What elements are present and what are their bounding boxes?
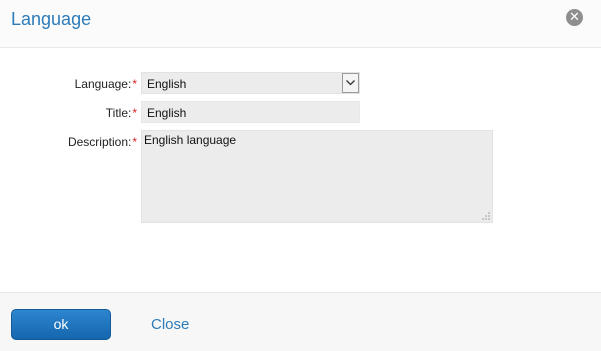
resize-grip-icon[interactable] (482, 212, 490, 220)
ok-button[interactable]: ok (11, 309, 111, 340)
dialog-footer: ok Close (0, 292, 601, 351)
dialog-title: Language (11, 9, 92, 29)
language-select[interactable]: English (141, 72, 360, 94)
description-text: English language (144, 133, 237, 147)
title-label: Title:* (105, 106, 137, 120)
description-field[interactable]: English language (141, 130, 493, 223)
chevron-down-icon[interactable] (342, 73, 359, 93)
language-dialog: Language ✕ Language:* English Title:* En… (0, 0, 601, 351)
required-mark: * (132, 135, 137, 149)
required-mark: * (132, 77, 137, 91)
language-select-value: English (147, 77, 187, 91)
close-icon[interactable]: ✕ (566, 9, 583, 26)
language-label: Language:* (74, 77, 137, 91)
required-mark: * (132, 106, 137, 120)
description-label: Description:* (67, 135, 137, 149)
dialog-header: Language ✕ (0, 0, 601, 48)
title-field[interactable]: English (141, 101, 360, 123)
close-button[interactable]: Close (151, 316, 189, 333)
